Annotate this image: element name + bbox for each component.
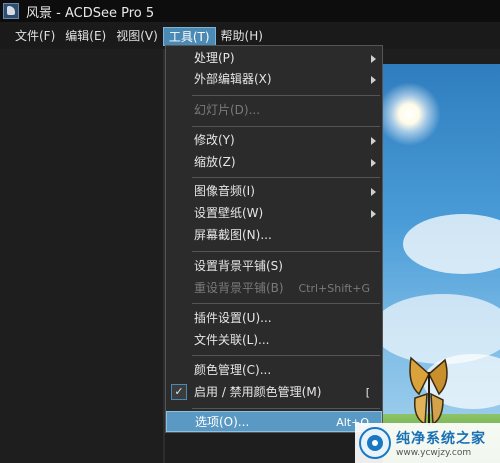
menu-separator	[192, 126, 380, 127]
menu-item-label: 处理(P)	[194, 51, 235, 65]
menu-item-toggle-color-management[interactable]: ✓ 启用 / 禁用颜色管理(M) [	[166, 382, 382, 403]
menu-item-label: 重设背景平铺(B)	[194, 281, 284, 295]
menu-item-color-management[interactable]: 颜色管理(C)...	[166, 360, 382, 381]
submenu-arrow-icon	[371, 55, 376, 63]
menu-item-label: 幻灯片(D)...	[194, 103, 261, 117]
window-title: 风景 - ACDSee Pro 5	[26, 5, 155, 21]
watermark-title: 纯净系统之家	[396, 431, 486, 447]
menu-item-label: 外部编辑器(X)	[194, 72, 272, 86]
menu-item-zoom[interactable]: 缩放(Z)	[166, 152, 382, 173]
menu-item-label: 插件设置(U)...	[194, 311, 272, 325]
menu-item-label: 屏幕截图(N)...	[194, 228, 272, 242]
menu-separator	[192, 251, 380, 252]
menu-item-shortcut: [	[365, 386, 370, 399]
menu-view[interactable]: 视图(V)	[111, 27, 163, 46]
submenu-arrow-icon	[371, 76, 376, 84]
acdsee-app-icon[interactable]	[3, 3, 19, 19]
watermark-logo-icon	[359, 427, 391, 459]
menu-separator	[192, 95, 380, 96]
menu-edit[interactable]: 编辑(E)	[60, 27, 111, 46]
menu-item-label: 设置背景平铺(S)	[194, 259, 283, 273]
title-bar: 风景 - ACDSee Pro 5	[0, 0, 500, 22]
menu-separator	[192, 408, 380, 409]
submenu-arrow-icon	[371, 210, 376, 218]
menu-item-file-associations[interactable]: 文件关联(L)...	[166, 330, 382, 351]
image-preview	[383, 64, 500, 463]
submenu-arrow-icon	[371, 137, 376, 145]
menu-separator	[192, 303, 380, 304]
site-watermark: 纯净系统之家 www.ycwjzy.com	[355, 423, 500, 463]
menu-item-label: 修改(Y)	[194, 133, 235, 147]
checkmark-icon: ✓	[171, 384, 187, 400]
menu-item-modify[interactable]: 修改(Y)	[166, 130, 382, 151]
menu-item-label: 图像音频(I)	[194, 184, 255, 198]
menu-item-slideshow[interactable]: 幻灯片(D)...	[166, 100, 382, 121]
menu-item-shortcut: Ctrl+Shift+G	[298, 282, 370, 295]
menu-item-image-audio[interactable]: 图像音频(I)	[166, 181, 382, 202]
menu-item-set-wallpaper[interactable]: 设置壁纸(W)	[166, 203, 382, 224]
menu-item-set-background-tile[interactable]: 设置背景平铺(S)	[166, 256, 382, 277]
menu-file[interactable]: 文件(F)	[10, 27, 60, 46]
menu-item-options[interactable]: 选项(O)... Alt+O	[166, 411, 382, 432]
menu-bar: 文件(F) 编辑(E) 视图(V) 工具(T) 帮助(H)	[0, 25, 500, 47]
watermark-url: www.ycwjzy.com	[396, 448, 472, 458]
menu-item-process[interactable]: 处理(P)	[166, 48, 382, 69]
menu-item-label: 文件关联(L)...	[194, 333, 270, 347]
menu-separator	[192, 355, 380, 356]
menu-item-label: 颜色管理(C)...	[194, 363, 272, 377]
submenu-arrow-icon	[371, 188, 376, 196]
menu-item-label: 启用 / 禁用颜色管理(M)	[194, 385, 322, 399]
watermark-text: 纯净系统之家 www.ycwjzy.com	[396, 428, 486, 458]
menu-help[interactable]: 帮助(H)	[216, 27, 268, 46]
submenu-arrow-icon	[371, 159, 376, 167]
menu-item-label: 设置壁纸(W)	[194, 206, 264, 220]
menu-tools[interactable]: 工具(T)	[162, 26, 216, 46]
left-pane	[0, 49, 165, 463]
menu-item-screen-capture[interactable]: 屏幕截图(N)...	[166, 225, 382, 246]
menu-item-label: 选项(O)...	[195, 415, 250, 429]
menu-item-external-editors[interactable]: 外部编辑器(X)	[166, 69, 382, 90]
menu-item-label: 缩放(Z)	[194, 155, 236, 169]
menu-item-plugin-settings[interactable]: 插件设置(U)...	[166, 308, 382, 329]
menu-item-reset-background-tile[interactable]: 重设背景平铺(B) Ctrl+Shift+G	[166, 278, 382, 299]
menu-separator	[192, 177, 380, 178]
photo-butterfly	[409, 356, 448, 426]
tools-dropdown-menu: 处理(P) 外部编辑器(X) 幻灯片(D)... 修改(Y) 缩放(Z) 图像音…	[165, 45, 383, 433]
